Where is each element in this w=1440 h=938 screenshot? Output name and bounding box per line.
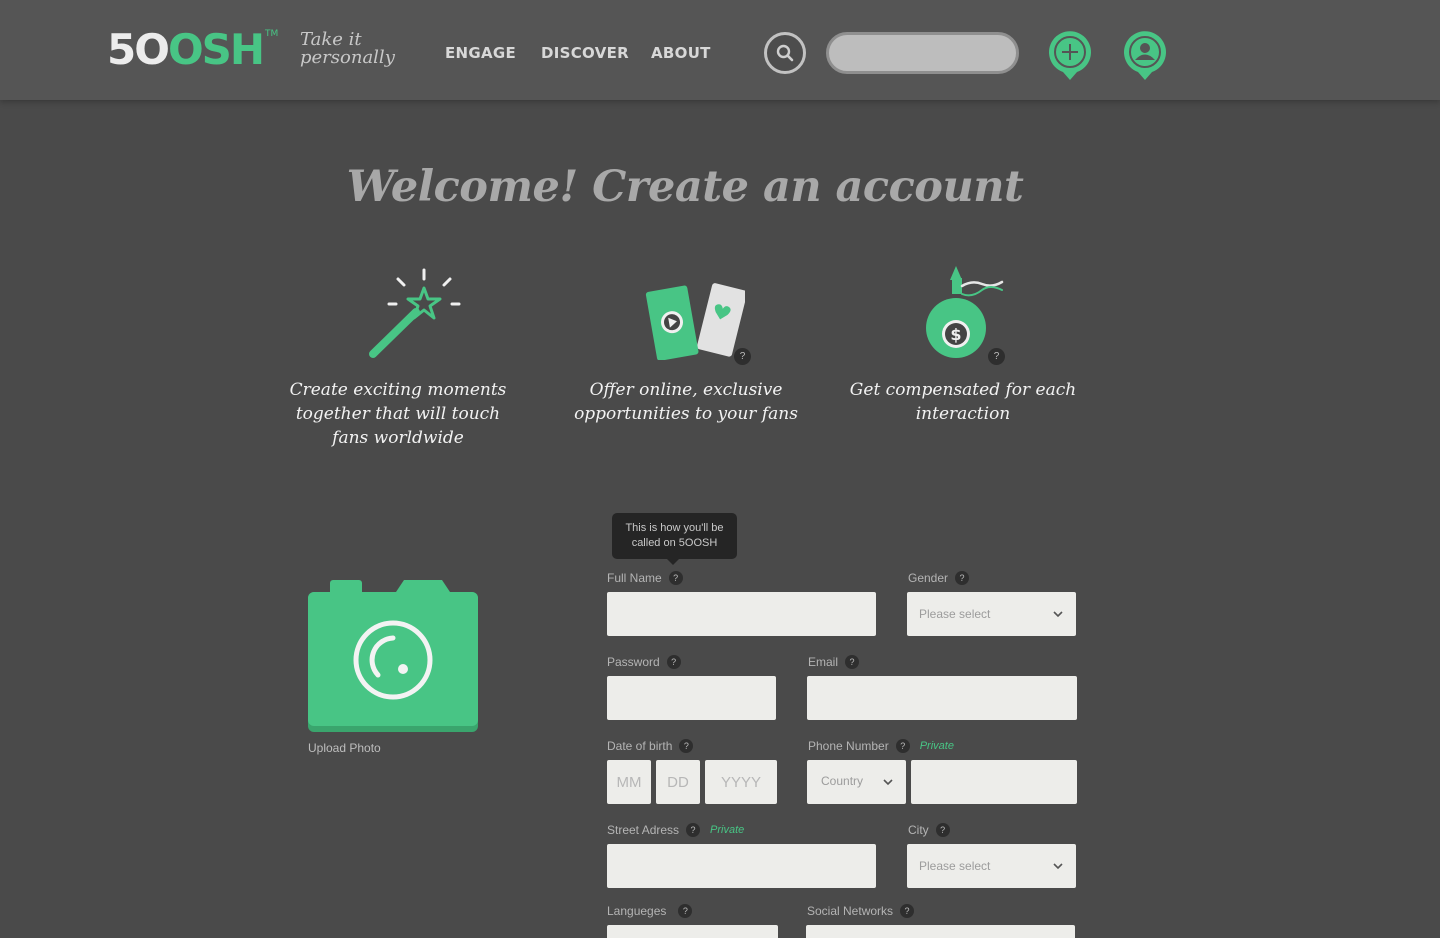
phone-country-value: Country bbox=[821, 774, 864, 788]
page-title: Welcome! Create an account bbox=[346, 162, 1024, 212]
search-icon bbox=[776, 44, 794, 62]
dob-day-input[interactable] bbox=[656, 760, 700, 804]
feature-help-icon[interactable]: ? bbox=[988, 348, 1005, 365]
social-networks-help-icon[interactable]: ? bbox=[900, 904, 915, 918]
chevron-down-icon bbox=[883, 779, 893, 786]
city-label: City ? bbox=[908, 823, 950, 837]
email-label: Email ? bbox=[808, 655, 860, 669]
languages-input[interactable] bbox=[607, 925, 778, 938]
phone-number-input[interactable] bbox=[911, 760, 1077, 804]
phone-label: Phone Number ? Private bbox=[808, 739, 954, 753]
chevron-down-icon bbox=[1053, 611, 1063, 618]
city-label-text: City bbox=[908, 823, 929, 837]
logo-text-part1: 5O bbox=[107, 25, 170, 74]
full-name-input[interactable] bbox=[607, 592, 876, 636]
chevron-down-icon bbox=[1053, 863, 1063, 870]
gender-help-icon[interactable]: ? bbox=[955, 571, 970, 585]
city-help-icon[interactable]: ? bbox=[935, 823, 950, 837]
city-select-value: Please select bbox=[919, 859, 991, 873]
upload-photo-label: Upload Photo bbox=[308, 741, 381, 755]
languages-help-icon[interactable]: ? bbox=[678, 904, 693, 918]
magic-wand-icon bbox=[369, 268, 461, 358]
social-networks-label: Social Networks ? bbox=[807, 904, 915, 918]
password-help-icon[interactable]: ? bbox=[666, 655, 681, 669]
gender-label: Gender ? bbox=[908, 571, 970, 585]
street-address-input[interactable] bbox=[607, 844, 876, 888]
dob-month-input[interactable] bbox=[607, 760, 651, 804]
email-help-icon[interactable]: ? bbox=[845, 655, 860, 669]
dob-year-input[interactable] bbox=[705, 760, 777, 804]
email-input[interactable] bbox=[807, 676, 1077, 720]
full-name-label: Full Name ? bbox=[607, 571, 683, 585]
nav-about[interactable]: ABOUT bbox=[651, 44, 711, 62]
upload-photo-camera-icon[interactable] bbox=[308, 580, 478, 733]
logo-text-part2: OSH bbox=[167, 25, 265, 74]
password-label: Password ? bbox=[607, 655, 681, 669]
email-label-text: Email bbox=[808, 655, 839, 669]
phone-private-badge: Private bbox=[919, 740, 954, 752]
full-name-tooltip: This is how you'll be called on 5OOSH bbox=[612, 513, 737, 565]
create-plus-icon[interactable] bbox=[1047, 30, 1093, 82]
street-label-text: Street Adress bbox=[607, 823, 680, 837]
social-networks-label-text: Social Networks bbox=[807, 904, 894, 918]
logo[interactable]: 5O OSH TM bbox=[107, 28, 278, 72]
tagline: Take it personally bbox=[300, 30, 395, 67]
street-private-badge: Private bbox=[710, 824, 745, 836]
street-label: Street Adress ? Private bbox=[607, 823, 744, 837]
city-select[interactable]: Please select bbox=[907, 844, 1076, 888]
full-name-label-text: Full Name bbox=[607, 571, 662, 585]
search-button[interactable] bbox=[764, 32, 806, 74]
phone-country-select[interactable]: Country bbox=[807, 760, 906, 804]
password-input[interactable] bbox=[607, 676, 776, 720]
tagline-line2: personally bbox=[300, 47, 395, 68]
gender-select[interactable]: Please select bbox=[907, 592, 1076, 636]
search-input[interactable] bbox=[826, 32, 1019, 74]
nav-discover[interactable]: DISCOVER bbox=[541, 44, 629, 62]
languages-label-text: Langueges bbox=[607, 904, 667, 918]
dob-label: Date of birth ? bbox=[607, 739, 694, 753]
top-header: 5O OSH TM Take it personally ENGAGE DISCOV… bbox=[0, 0, 1440, 100]
nav-engage[interactable]: ENGAGE bbox=[445, 44, 516, 62]
feature-text-moments: Create exciting moments together that wi… bbox=[289, 380, 507, 448]
gender-select-value: Please select bbox=[919, 607, 991, 621]
logo-trademark: TM bbox=[265, 29, 279, 39]
street-help-icon[interactable]: ? bbox=[686, 823, 701, 837]
social-networks-input[interactable] bbox=[806, 925, 1075, 938]
svg-text:$: $ bbox=[950, 325, 961, 344]
tickets-icon bbox=[645, 283, 745, 360]
user-profile-icon[interactable] bbox=[1122, 30, 1168, 82]
dob-label-text: Date of birth bbox=[607, 739, 673, 753]
phone-label-text: Phone Number bbox=[808, 739, 889, 753]
feature-help-icon[interactable]: ? bbox=[734, 348, 751, 365]
gender-label-text: Gender bbox=[908, 571, 949, 585]
phone-help-icon[interactable]: ? bbox=[895, 739, 910, 753]
password-label-text: Password bbox=[607, 655, 660, 669]
feature-text-compensation: Get compensated for each interaction bbox=[849, 380, 1077, 424]
languages-label: Langueges ? bbox=[607, 904, 693, 918]
full-name-help-icon[interactable]: ? bbox=[668, 571, 683, 585]
feature-text-opportunities: Offer online, exclusive opportunities to… bbox=[574, 380, 798, 424]
dob-help-icon[interactable]: ? bbox=[679, 739, 694, 753]
